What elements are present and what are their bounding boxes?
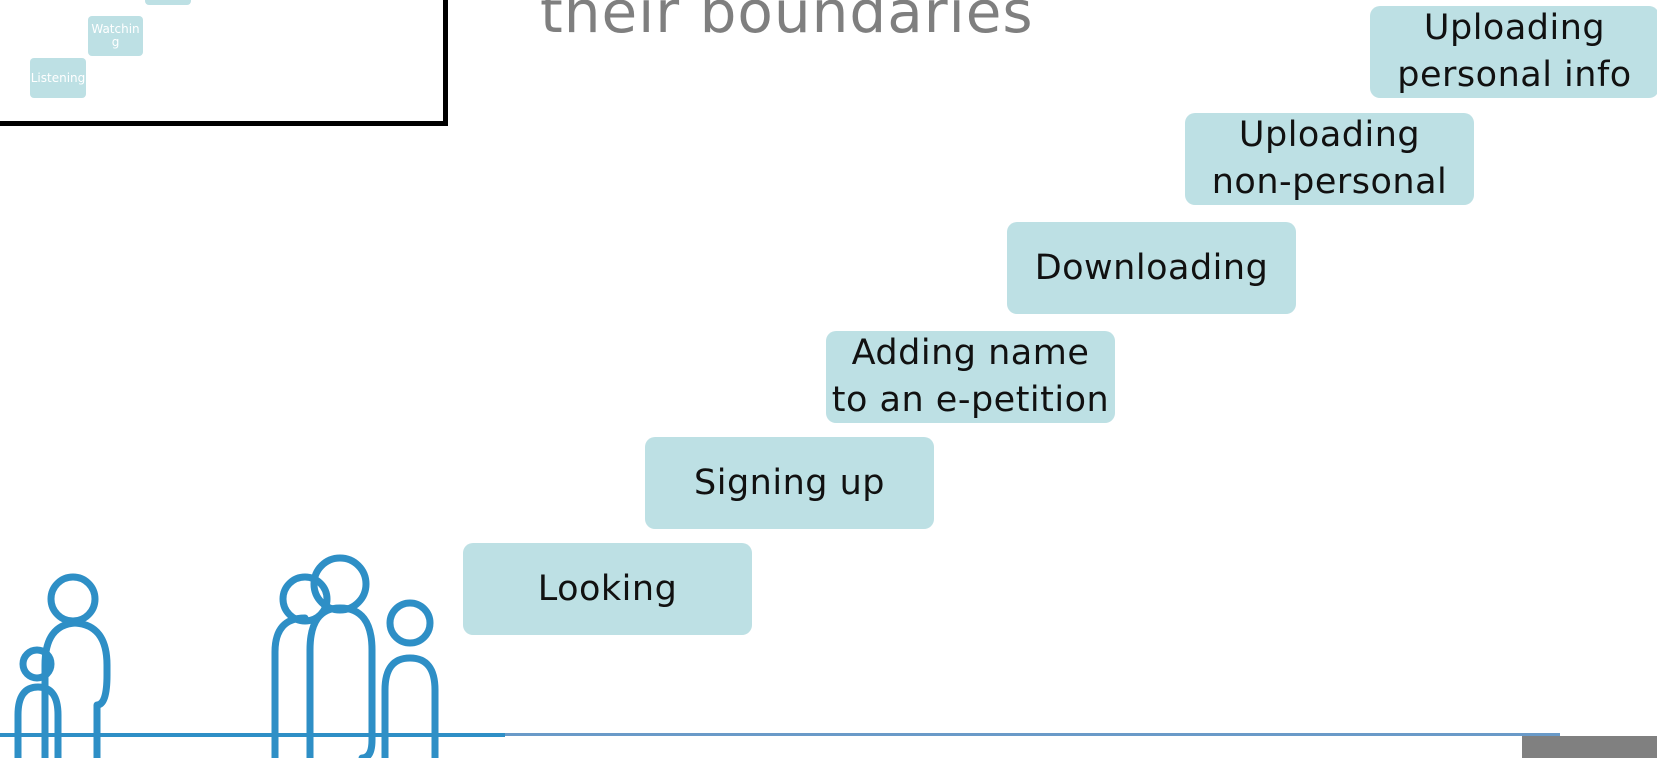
step-uploading-personal-info: Uploading personal info: [1370, 6, 1657, 98]
thumbnail-preview: Watchin g Listening: [0, 0, 448, 126]
thumbnail-item-listening: Listening: [30, 58, 86, 98]
step-uploading-non-personal: Uploading non-personal: [1185, 113, 1474, 205]
people-group-icon: [0, 554, 505, 758]
slide-title: their boundaries: [540, 0, 1034, 46]
step-signing-up: Signing up: [645, 437, 934, 529]
thumbnail-top-box: [145, 0, 191, 5]
thumbnail-item-watching: Watchin g: [88, 16, 143, 56]
step-adding-name: Adding name to an e-petition: [826, 331, 1115, 423]
step-downloading: Downloading: [1007, 222, 1296, 314]
logo-strip: [1522, 736, 1657, 758]
